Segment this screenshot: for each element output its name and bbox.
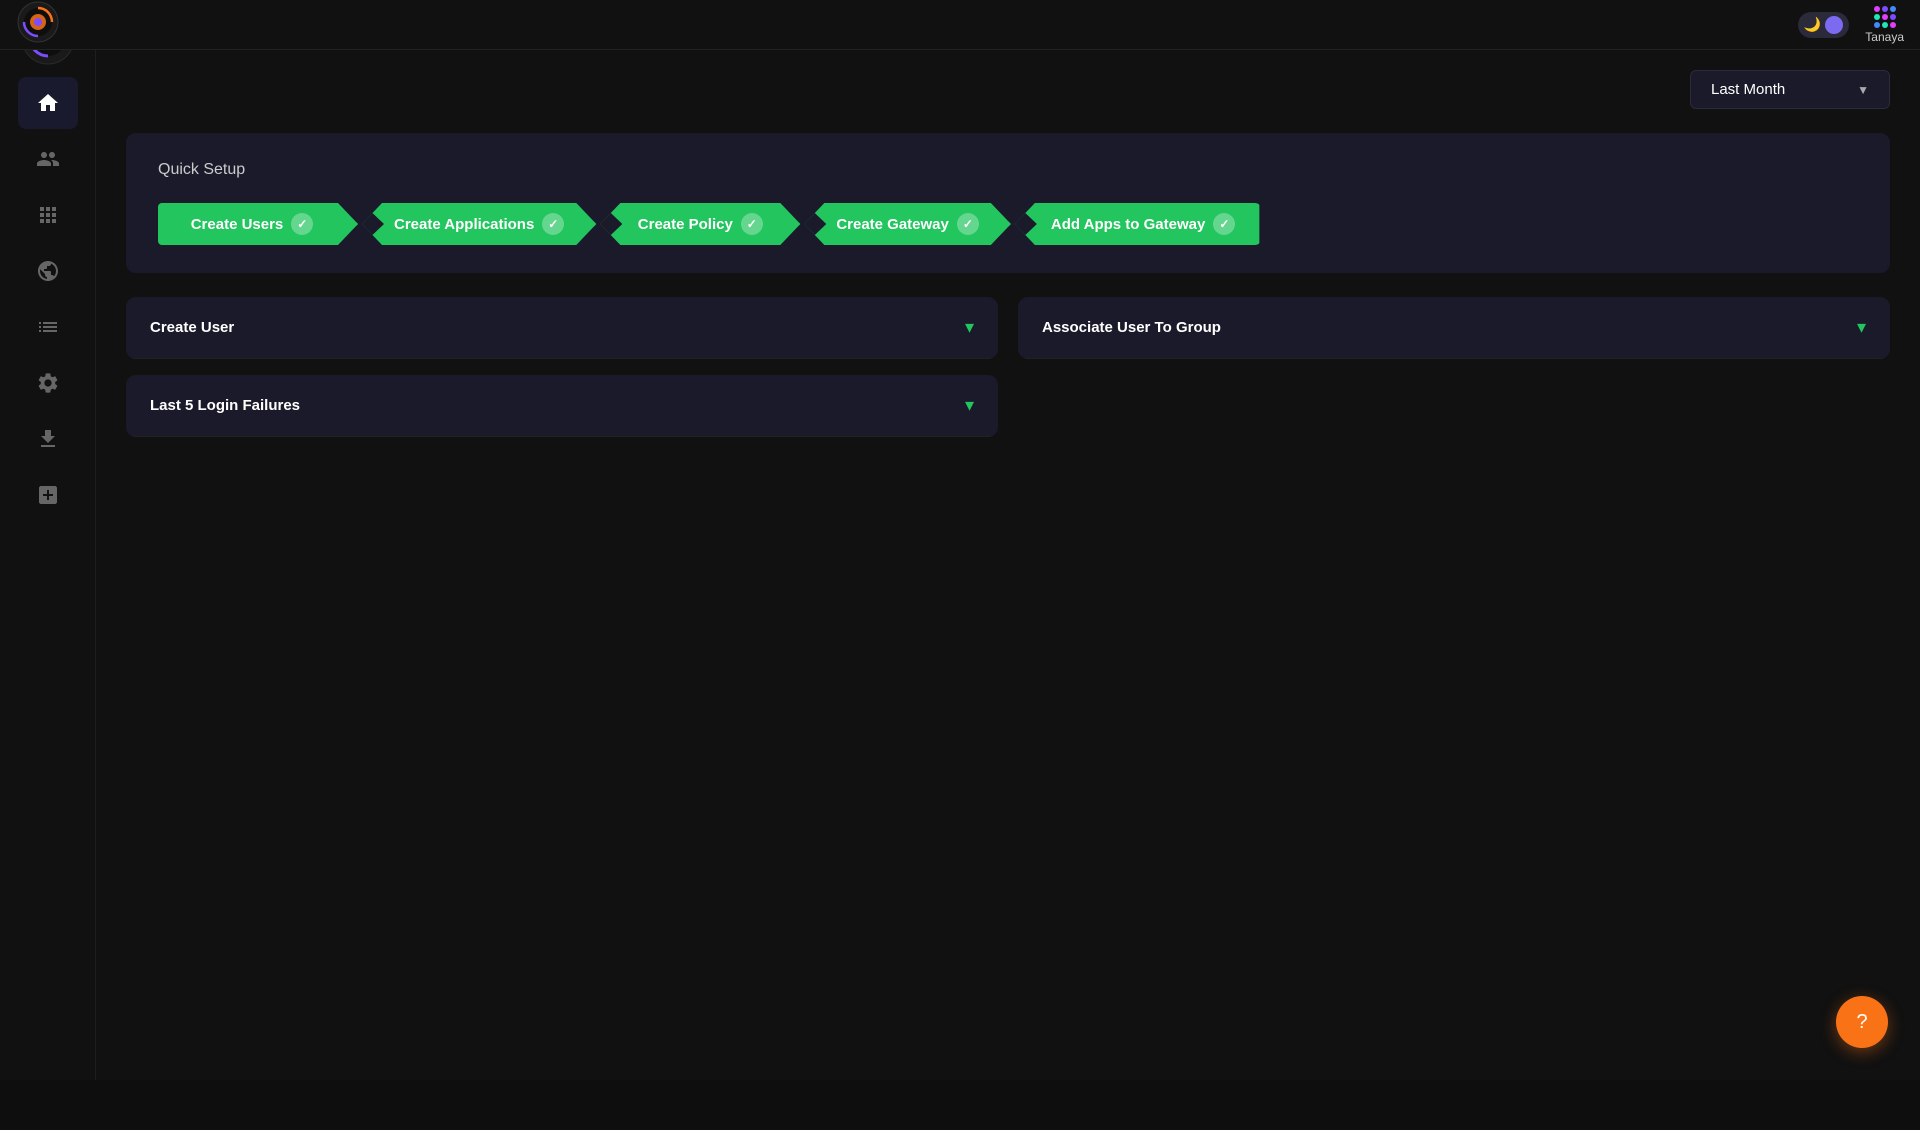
toggle-indicator	[1825, 16, 1843, 34]
user-name-label: Tanaya	[1865, 30, 1904, 44]
associate-user-chevron-icon: ▾	[1857, 317, 1866, 338]
step-create-users-label: Create Users	[191, 216, 284, 233]
avatar-dot	[1882, 22, 1888, 28]
quick-setup-card: Quick Setup Create Users ✓ Create Applic…	[126, 133, 1890, 273]
sidebar-item-apps[interactable]	[18, 189, 78, 241]
step-create-policy-check: ✓	[741, 213, 763, 235]
sidebar-item-add-widget[interactable]	[18, 469, 78, 521]
help-button[interactable]: ?	[1836, 996, 1888, 1048]
step-create-applications-label: Create Applications	[394, 216, 534, 233]
avatar-dot	[1890, 14, 1896, 20]
quick-setup-title: Quick Setup	[158, 161, 1858, 179]
avatar-dot	[1890, 22, 1896, 28]
step-create-gateway[interactable]: Create Gateway ✓	[804, 203, 1011, 245]
step-create-gateway-check: ✓	[957, 213, 979, 235]
dropdown-arrow-icon: ▼	[1857, 83, 1869, 97]
avatar-dot	[1882, 14, 1888, 20]
step-add-apps-to-gateway-label: Add Apps to Gateway	[1051, 216, 1205, 233]
steps-pipeline: Create Users ✓ Create Applications ✓ Cre…	[158, 203, 1858, 245]
login-failures-chevron-icon: ▾	[965, 395, 974, 416]
sidebar-item-reports[interactable]	[18, 301, 78, 353]
right-column: Associate User To Group ▾	[1018, 297, 1890, 437]
create-user-card-header[interactable]: Create User ▾	[126, 297, 998, 359]
step-add-apps-to-gateway[interactable]: Add Apps to Gateway ✓	[1015, 203, 1259, 245]
step-add-apps-to-gateway-check: ✓	[1213, 213, 1235, 235]
main-content: Last Month ▼ Quick Setup Create Users ✓ …	[96, 50, 1920, 1080]
associate-user-card: Associate User To Group ▾	[1018, 297, 1890, 359]
time-range-dropdown[interactable]: Last Month ▼	[1690, 70, 1890, 109]
avatar-dots-grid	[1874, 6, 1896, 28]
sidebar	[0, 0, 96, 1080]
step-create-policy-label: Create Policy	[638, 216, 733, 233]
moon-icon: 🌙	[1804, 16, 1821, 33]
sidebar-item-settings[interactable]	[18, 357, 78, 409]
sidebar-item-integrations[interactable]	[18, 245, 78, 297]
avatar-dot	[1874, 6, 1880, 12]
step-create-applications-check: ✓	[542, 213, 564, 235]
step-create-gateway-label: Create Gateway	[836, 216, 949, 233]
main-header: Last Month ▼	[126, 70, 1890, 109]
topbar-right: 🌙 Tanaya	[1798, 6, 1904, 44]
user-menu[interactable]: Tanaya	[1865, 6, 1904, 44]
dark-mode-toggle[interactable]: 🌙	[1798, 12, 1849, 38]
sidebar-item-home[interactable]	[18, 77, 78, 129]
login-failures-card-title: Last 5 Login Failures	[150, 397, 300, 414]
associate-user-card-header[interactable]: Associate User To Group ▾	[1018, 297, 1890, 359]
sidebar-item-users[interactable]	[18, 133, 78, 185]
step-create-users-check: ✓	[291, 213, 313, 235]
step-create-policy[interactable]: Create Policy ✓	[600, 203, 800, 245]
create-user-card: Create User ▾	[126, 297, 998, 359]
step-create-applications[interactable]: Create Applications ✓	[362, 203, 596, 245]
topbar: 🌙 Tanaya	[0, 0, 1920, 50]
cards-row: Create User ▾ Last 5 Login Failures ▾ As…	[126, 297, 1890, 437]
left-column: Create User ▾ Last 5 Login Failures ▾	[126, 297, 998, 437]
create-user-card-title: Create User	[150, 319, 234, 336]
time-range-value: Last Month	[1711, 81, 1785, 98]
avatar-dot	[1874, 22, 1880, 28]
avatar-dot	[1874, 14, 1880, 20]
sidebar-item-download[interactable]	[18, 413, 78, 465]
login-failures-card-header[interactable]: Last 5 Login Failures ▾	[126, 375, 998, 437]
topbar-logo	[16, 0, 60, 49]
associate-user-card-title: Associate User To Group	[1042, 319, 1221, 336]
step-create-users[interactable]: Create Users ✓	[158, 203, 358, 245]
create-user-chevron-icon: ▾	[965, 317, 974, 338]
login-failures-card: Last 5 Login Failures ▾	[126, 375, 998, 437]
avatar-dot	[1890, 6, 1896, 12]
help-icon: ?	[1856, 1011, 1867, 1034]
avatar-dot	[1882, 6, 1888, 12]
